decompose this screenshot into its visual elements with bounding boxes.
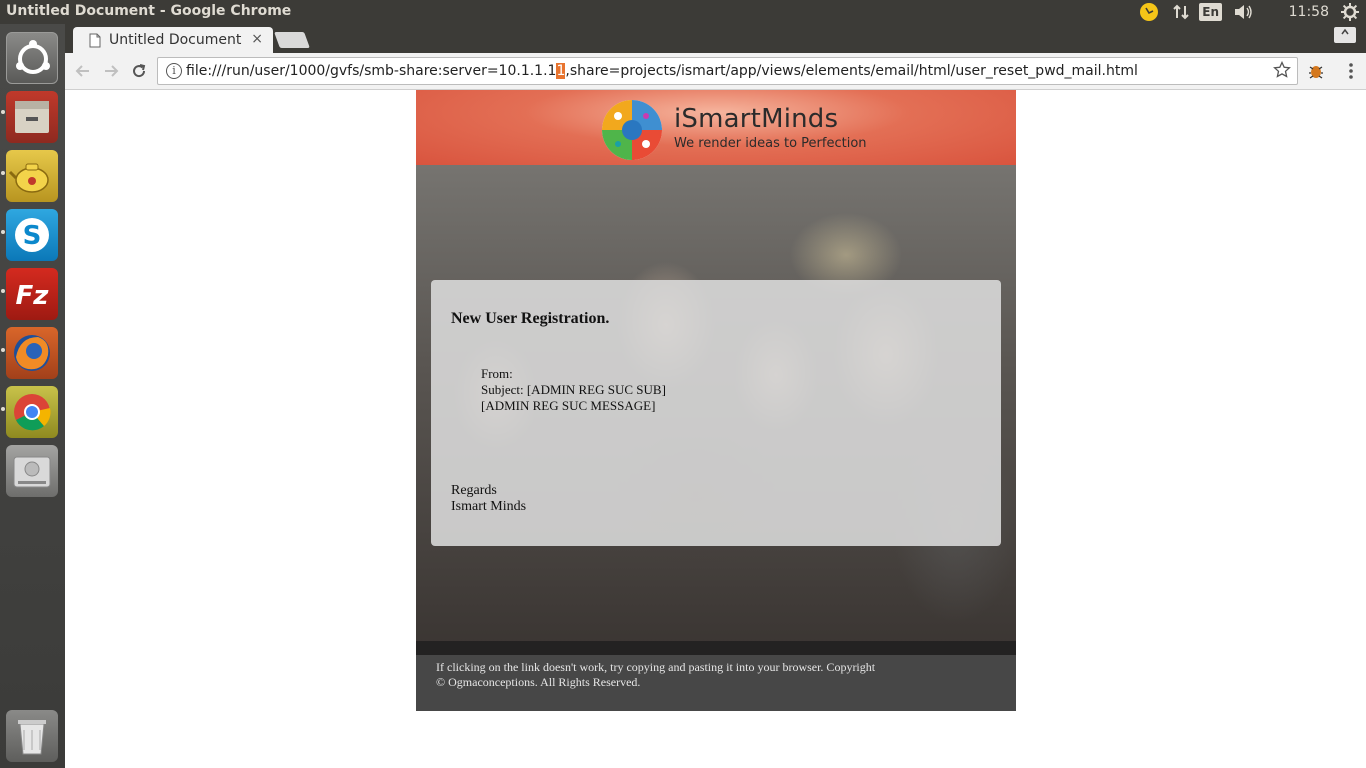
signature-text: Ismart Minds <box>451 499 527 514</box>
svg-text:S: S <box>23 221 42 251</box>
settings-gear-icon[interactable] <box>1340 2 1360 22</box>
top-panel: Untitled Document - Google Chrome En 11:… <box>0 0 1366 40</box>
launcher: S Fz <box>0 24 65 768</box>
email-heading: New User Registration. <box>451 310 610 327</box>
hero-background-photo: New User Registration. From: Subject: [A… <box>416 165 1016 711</box>
email-template: iSmartMinds We render ideas to Perfectio… <box>416 90 1016 711</box>
back-arrow-icon[interactable] <box>73 61 93 81</box>
from-line: From: <box>481 366 513 381</box>
browser-toolbar: i file:///run/user/1000/gvfs/smb-share:s… <box>65 53 1366 90</box>
keyboard-icon[interactable]: En <box>1199 3 1222 21</box>
forward-arrow-icon[interactable] <box>101 61 121 81</box>
info-icon[interactable]: i <box>166 63 182 79</box>
brand-tagline: We render ideas to Perfection <box>674 136 867 151</box>
reload-icon[interactable] <box>129 61 149 81</box>
bookmark-star-icon[interactable] <box>1273 60 1291 84</box>
tab-title: Untitled Document <box>109 32 242 48</box>
brand-name: iSmartMinds <box>674 104 839 134</box>
weather-icon[interactable] <box>1138 2 1160 22</box>
document-icon <box>89 33 101 52</box>
new-tab-button[interactable] <box>274 32 310 48</box>
menu-kebab-icon[interactable] <box>1348 62 1354 84</box>
puzzle-globe-logo-icon <box>600 98 664 162</box>
tab-close-icon[interactable]: × <box>251 31 263 47</box>
firefox-icon[interactable] <box>6 327 58 379</box>
footer-text: If clicking on the link doesn't work, tr… <box>436 660 876 689</box>
files-icon[interactable] <box>6 91 58 143</box>
tab-strip: Untitled Document × <box>65 24 1366 53</box>
tab-untitled-document[interactable]: Untitled Document × <box>73 27 273 53</box>
teapot-app-icon[interactable] <box>6 150 58 202</box>
skype-icon[interactable]: S <box>6 209 58 261</box>
filezilla-icon[interactable]: Fz <box>6 268 58 320</box>
ubuntu-dash-icon[interactable] <box>6 32 58 84</box>
trash-icon[interactable] <box>6 710 58 762</box>
regards-text: Regards <box>451 483 497 498</box>
email-footer: If clicking on the link doesn't work, tr… <box>416 641 1016 711</box>
email-header: iSmartMinds We render ideas to Perfectio… <box>416 90 1016 165</box>
page-viewport: iSmartMinds We render ideas to Perfectio… <box>65 90 1366 768</box>
subject-line: Subject: [ADMIN REG SUC SUB] <box>481 382 666 397</box>
svg-text:Fz: Fz <box>16 281 50 311</box>
profile-icon[interactable] <box>1334 27 1356 43</box>
volume-icon[interactable] <box>1232 2 1254 22</box>
window-title: Untitled Document - Google Chrome <box>6 3 292 19</box>
disk-drive-icon[interactable] <box>6 445 58 497</box>
address-bar[interactable]: i file:///run/user/1000/gvfs/smb-share:s… <box>157 57 1298 85</box>
message-card: New User Registration. From: Subject: [A… <box>431 280 1001 546</box>
email-details: From: Subject: [ADMIN REG SUC SUB] [ADMI… <box>481 366 666 414</box>
url-text[interactable]: file:///run/user/1000/gvfs/smb-share:ser… <box>186 63 1138 79</box>
signoff: Regards Ismart Minds <box>451 483 526 515</box>
network-arrows-icon[interactable] <box>1172 2 1190 22</box>
extension-bug-icon[interactable] <box>1306 61 1326 85</box>
message-line: [ADMIN REG SUC MESSAGE] <box>481 398 656 413</box>
chrome-icon[interactable] <box>6 386 58 438</box>
clock[interactable]: 11:58 AM <box>1289 2 1329 40</box>
